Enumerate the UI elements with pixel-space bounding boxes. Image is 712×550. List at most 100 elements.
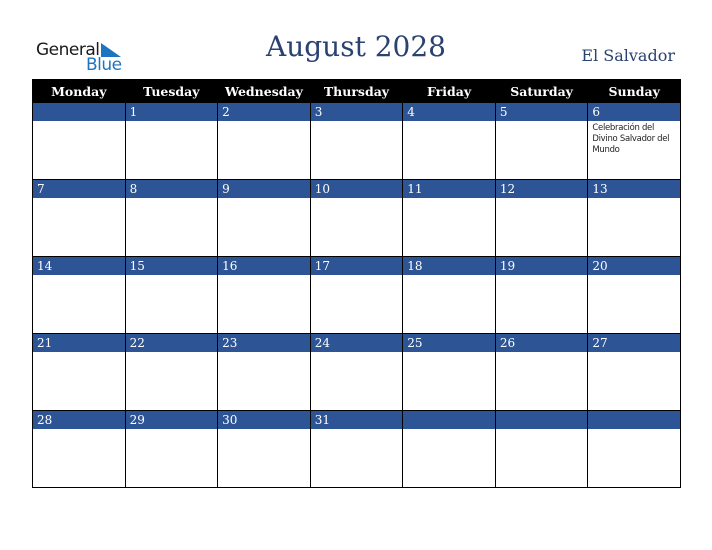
week-row: 14 15 16 17 18 19 20 — [32, 256, 681, 334]
day-cell[interactable]: 31 — [309, 410, 404, 488]
day-number: 6 — [588, 103, 680, 121]
day-cell[interactable]: 23 — [217, 333, 311, 411]
day-number: 16 — [218, 257, 310, 275]
country-label: El Salvador — [581, 46, 675, 65]
holiday-event — [311, 121, 403, 123]
day-cell[interactable]: 24 — [309, 333, 404, 411]
day-number: 31 — [310, 411, 403, 429]
day-number: 12 — [495, 180, 588, 198]
day-cell[interactable]: 7 — [32, 179, 126, 257]
holiday-event — [311, 275, 403, 277]
holiday-event — [588, 198, 680, 200]
holiday-event — [496, 275, 588, 277]
day-cell[interactable]: 22 — [124, 333, 219, 411]
day-cell[interactable]: 26 — [494, 333, 589, 411]
day-number: 13 — [588, 180, 680, 198]
week-row: 21 22 23 24 25 26 27 — [32, 333, 681, 411]
day-number: 19 — [495, 257, 588, 275]
holiday-event — [33, 275, 125, 277]
day-number: 11 — [403, 180, 495, 198]
day-number: 25 — [403, 334, 495, 352]
day-cell[interactable]: 6 Celebración del Divino Salvador del Mun… — [587, 102, 681, 180]
day-cell[interactable]: 1 — [124, 102, 219, 180]
day-number: 15 — [125, 257, 218, 275]
day-number — [495, 411, 588, 429]
day-number — [588, 411, 680, 429]
day-cell[interactable]: 12 — [494, 179, 589, 257]
day-cell[interactable]: 2 — [217, 102, 311, 180]
holiday-event — [588, 429, 680, 431]
holiday-event — [218, 429, 310, 431]
day-cell[interactable]: 17 — [309, 256, 404, 334]
holiday-event — [218, 352, 310, 354]
weekday-header: Monday — [32, 79, 126, 103]
day-cell[interactable]: 13 — [587, 179, 681, 257]
day-cell[interactable]: 8 — [124, 179, 219, 257]
day-number: 18 — [403, 257, 495, 275]
day-cell[interactable]: 27 — [587, 333, 681, 411]
weekday-header-row: Monday Tuesday Wednesday Thursday Friday… — [32, 79, 681, 103]
holiday-event — [311, 352, 403, 354]
weekday-header: Wednesday — [217, 79, 311, 103]
holiday-event — [126, 352, 218, 354]
holiday-event — [311, 429, 403, 431]
day-number — [33, 103, 125, 121]
holiday-event — [403, 352, 495, 354]
weekday-header: Saturday — [494, 79, 589, 103]
day-cell[interactable]: 10 — [309, 179, 404, 257]
day-number: 5 — [495, 103, 588, 121]
day-cell[interactable] — [32, 102, 126, 180]
holiday-event — [403, 275, 495, 277]
holiday-event — [588, 275, 680, 277]
holiday-event — [126, 275, 218, 277]
day-cell[interactable]: 18 — [402, 256, 496, 334]
day-cell[interactable]: 4 — [402, 102, 496, 180]
holiday-event — [496, 121, 588, 123]
calendar-grid: Monday Tuesday Wednesday Thursday Friday… — [32, 79, 681, 488]
day-cell[interactable]: 15 — [124, 256, 219, 334]
week-row: 28 29 30 31 — [32, 410, 681, 488]
day-number: 28 — [33, 411, 125, 429]
day-number: 20 — [588, 257, 680, 275]
day-cell[interactable]: 9 — [217, 179, 311, 257]
day-number: 9 — [218, 180, 310, 198]
day-number: 22 — [125, 334, 218, 352]
day-cell[interactable]: 20 — [587, 256, 681, 334]
day-number: 2 — [218, 103, 310, 121]
weekday-header: Tuesday — [124, 79, 219, 103]
day-cell[interactable]: 29 — [124, 410, 219, 488]
day-number: 27 — [588, 334, 680, 352]
day-cell[interactable]: 5 — [494, 102, 589, 180]
day-number — [403, 411, 495, 429]
holiday-event — [126, 198, 218, 200]
holiday-event — [403, 198, 495, 200]
day-number: 21 — [33, 334, 125, 352]
holiday-event — [33, 429, 125, 431]
holiday-event: Celebración del Divino Salvador del Mund… — [592, 123, 670, 155]
day-cell[interactable]: 14 — [32, 256, 126, 334]
day-number: 29 — [125, 411, 218, 429]
day-number: 30 — [218, 411, 310, 429]
day-number: 7 — [33, 180, 125, 198]
holiday-event — [588, 352, 680, 354]
day-cell[interactable]: 21 — [32, 333, 126, 411]
day-number: 1 — [125, 103, 218, 121]
holiday-event — [33, 352, 125, 354]
day-cell[interactable]: 30 — [217, 410, 311, 488]
holiday-event — [126, 121, 218, 123]
day-cell[interactable]: 19 — [494, 256, 589, 334]
day-cell[interactable] — [402, 410, 496, 488]
day-cell[interactable] — [587, 410, 681, 488]
weekday-header: Thursday — [309, 79, 404, 103]
day-number: 10 — [310, 180, 403, 198]
day-number: 8 — [125, 180, 218, 198]
day-cell[interactable] — [494, 410, 589, 488]
holiday-event — [218, 121, 310, 123]
day-cell[interactable]: 16 — [217, 256, 311, 334]
day-cell[interactable]: 25 — [402, 333, 496, 411]
day-number: 3 — [310, 103, 403, 121]
day-cell[interactable]: 11 — [402, 179, 496, 257]
day-cell[interactable]: 28 — [32, 410, 126, 488]
week-row: 1 2 3 4 5 6 Celebración del Divino Salvador de… — [32, 102, 681, 180]
day-cell[interactable]: 3 — [309, 102, 404, 180]
